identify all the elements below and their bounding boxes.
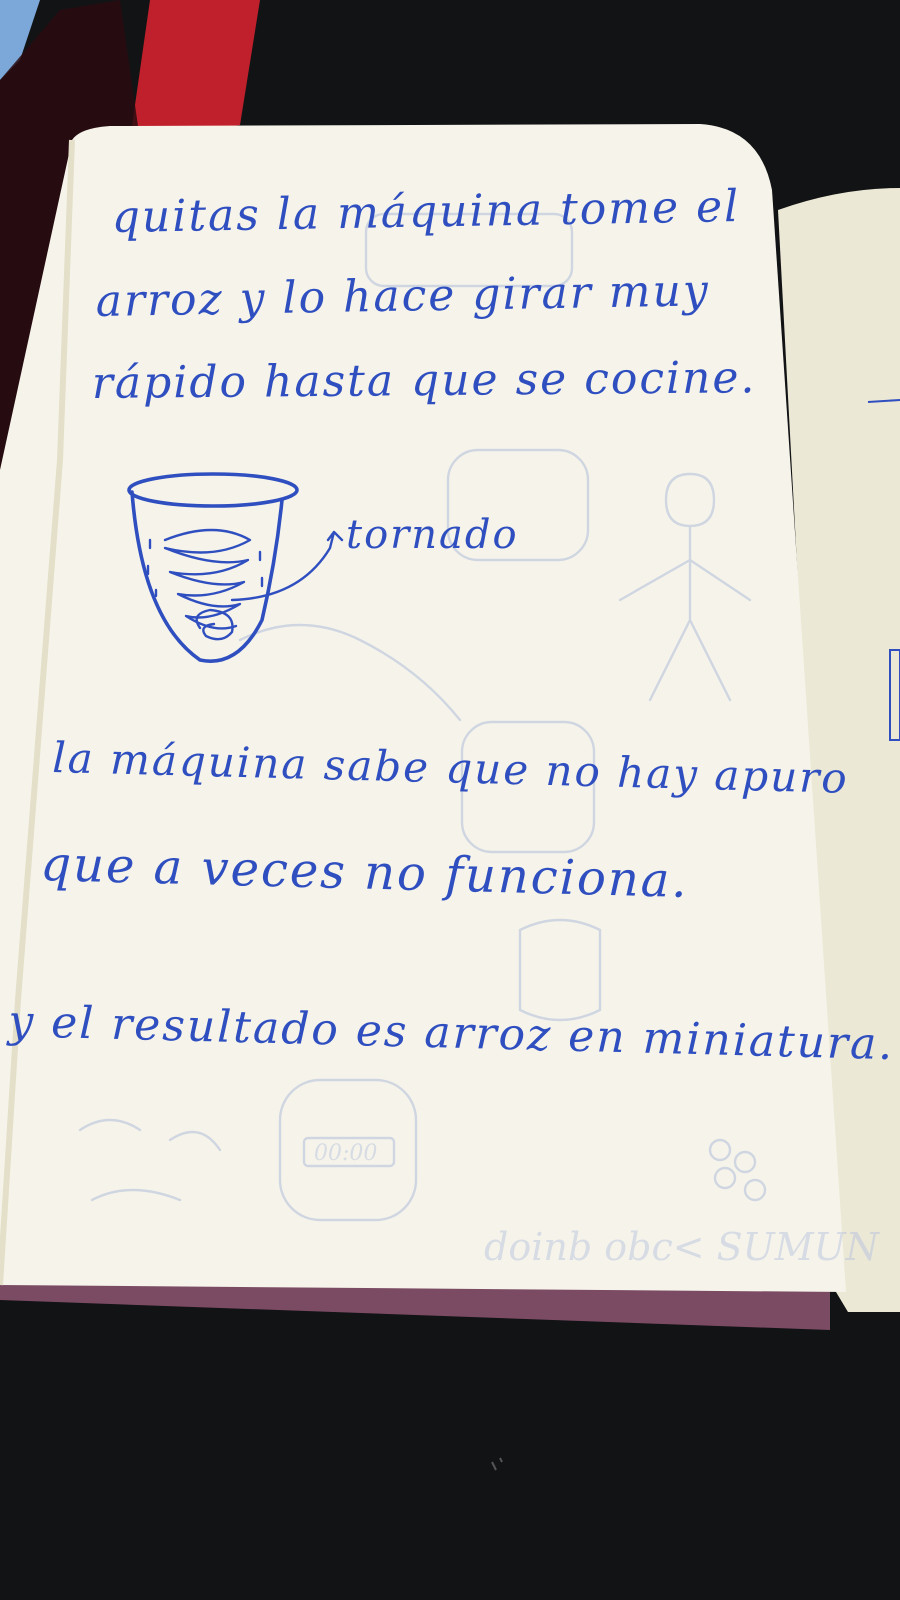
handwritten-line-3: rápido hasta que se cocine.: [92, 352, 757, 409]
red-cover: [130, 0, 260, 140]
notebook-photo: 00:00 doinb obc< SUMUN quitas la máquina…: [0, 0, 900, 1600]
bleed-through-text: doinb obc< SUMUN: [484, 1225, 881, 1269]
photo-scene: 00:00 doinb obc< SUMUN quitas la máquina…: [0, 0, 900, 1600]
tornado-label: tornado: [346, 512, 519, 558]
handwritten-line-2: arroz y lo hace girar muy: [95, 265, 710, 327]
bleed-through-clock: 00:00: [314, 1141, 377, 1166]
